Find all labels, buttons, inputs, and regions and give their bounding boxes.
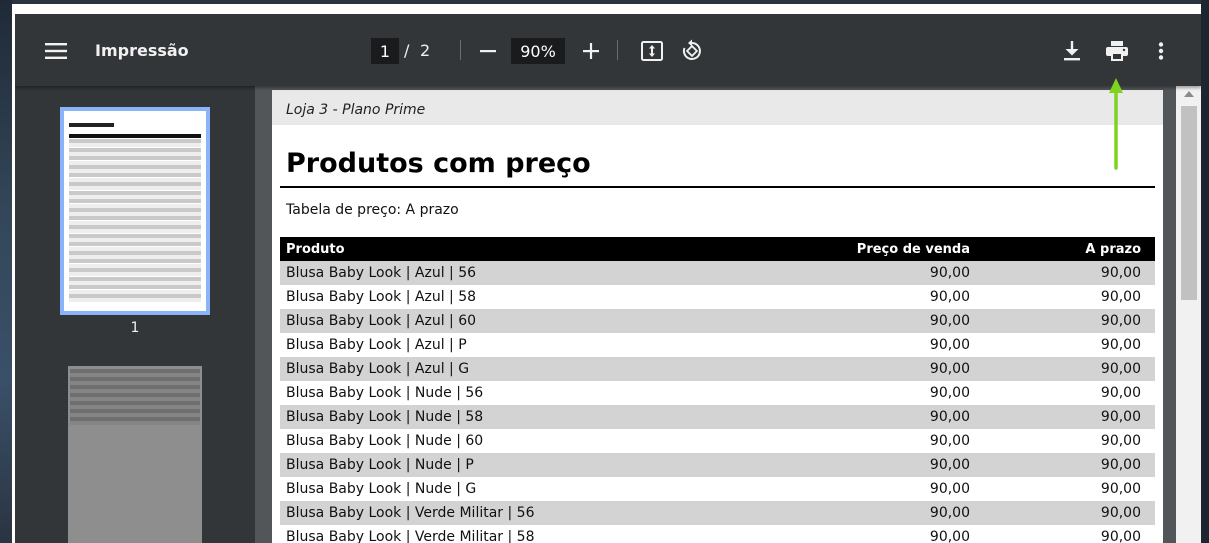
sale-price: 90,00 [929, 313, 970, 329]
sale-price: 90,00 [929, 409, 970, 425]
title-rule [280, 186, 1155, 188]
product-name: Blusa Baby Look | Azul | G [286, 361, 470, 377]
thumbnail-page-1[interactable] [60, 107, 210, 315]
sale-price: 90,00 [929, 481, 970, 497]
sale-price: 90,00 [929, 433, 970, 449]
col-header-product: Produto [286, 242, 345, 257]
report-title: Produtos com preço [286, 148, 591, 179]
product-name: Blusa Baby Look | Nude | P [286, 457, 474, 473]
credit-price: 90,00 [1100, 505, 1141, 521]
page-header: Loja 3 - Plano Prime [272, 90, 1163, 125]
sale-price: 90,00 [929, 361, 970, 377]
credit-price: 90,00 [1100, 289, 1141, 305]
download-icon[interactable] [1059, 38, 1085, 64]
sale-price: 90,00 [929, 337, 970, 353]
store-name: Loja 3 - Plano Prime [286, 102, 426, 118]
document-area: Loja 3 - Plano Prime Produtos com preço … [255, 86, 1201, 543]
toolbar-divider [617, 40, 618, 60]
credit-price: 90,00 [1100, 457, 1141, 473]
product-name: Blusa Baby Look | Verde Militar | 58 [286, 529, 535, 543]
table-header: Produto Preço de venda A prazo [280, 237, 1155, 261]
table-row: Blusa Baby Look | Azul | G 90,00 90,00 [280, 357, 1155, 381]
product-name: Blusa Baby Look | Azul | 58 [286, 289, 477, 305]
product-name: Blusa Baby Look | Azul | 56 [286, 265, 477, 281]
thumbnail-page-1-label: 1 [130, 320, 140, 336]
credit-price: 90,00 [1100, 385, 1141, 401]
thumbnail-page-1-preview [64, 111, 206, 311]
more-vert-icon[interactable] [1149, 38, 1173, 64]
products-table: Produto Preço de venda A prazo Blusa Bab… [280, 237, 1155, 543]
sale-price: 90,00 [929, 529, 970, 543]
thumbnail-title-bar [69, 123, 114, 127]
thumbnail-page-2[interactable] [68, 366, 202, 543]
table-row: Blusa Baby Look | Azul | 56 90,00 90,00 [280, 261, 1155, 285]
col-header-sale-price: Preço de venda [856, 242, 970, 257]
thumbnail-sidebar: 1 [15, 86, 255, 543]
document-page: Loja 3 - Plano Prime Produtos com preço … [272, 90, 1163, 543]
minus-icon[interactable] [475, 38, 501, 64]
thumbnail-table-header [69, 134, 201, 138]
table-row: Blusa Baby Look | Verde Militar | 58 90,0… [280, 525, 1155, 543]
table-row: Blusa Baby Look | Nude | P 90,00 90,00 [280, 453, 1155, 477]
page-number-input[interactable]: 1 [371, 38, 399, 64]
credit-price: 90,00 [1100, 529, 1141, 543]
print-icon[interactable] [1103, 38, 1131, 64]
product-name: Blusa Baby Look | Verde Militar | 56 [286, 505, 535, 521]
plus-icon[interactable] [578, 38, 604, 64]
table-row: Blusa Baby Look | Nude | 56 90,00 90,00 [280, 381, 1155, 405]
page-total: 2 [420, 41, 431, 60]
credit-price: 90,00 [1100, 433, 1141, 449]
zoom-input[interactable]: 90% [511, 38, 565, 64]
table-row: Blusa Baby Look | Azul | P 90,00 90,00 [280, 333, 1155, 357]
credit-price: 90,00 [1100, 361, 1141, 377]
thumbnail-line [69, 298, 201, 303]
product-name: Blusa Baby Look | Nude | G [286, 481, 477, 497]
sale-price: 90,00 [929, 457, 970, 473]
product-name: Blusa Baby Look | Nude | 60 [286, 433, 484, 449]
sale-price: 90,00 [929, 265, 970, 281]
sale-price: 90,00 [929, 289, 970, 305]
credit-price: 90,00 [1100, 265, 1141, 281]
toolbar-divider [460, 40, 461, 60]
table-row: Blusa Baby Look | Nude | G 90,00 90,00 [280, 477, 1155, 501]
sale-price: 90,00 [929, 385, 970, 401]
product-name: Blusa Baby Look | Azul | 60 [286, 313, 477, 329]
fit-page-icon[interactable] [639, 38, 665, 64]
credit-price: 90,00 [1100, 409, 1141, 425]
table-row: Blusa Baby Look | Nude | 60 90,00 90,00 [280, 429, 1155, 453]
viewer-toolbar: Impressão 1 / 2 90% [15, 14, 1201, 86]
table-row: Blusa Baby Look | Nude | 58 90,00 90,00 [280, 405, 1155, 429]
rotate-icon[interactable] [679, 37, 705, 65]
table-row: Blusa Baby Look | Verde Militar | 56 90,0… [280, 501, 1155, 525]
vertical-scrollbar[interactable] [1176, 86, 1201, 543]
table-row: Blusa Baby Look | Azul | 60 90,00 90,00 [280, 309, 1155, 333]
pdf-viewer: Impressão 1 / 2 90% 1 Loja 3 - Plano Pri… [15, 14, 1201, 543]
sale-price: 90,00 [929, 505, 970, 521]
credit-price: 90,00 [1100, 337, 1141, 353]
col-header-credit-price: A prazo [1085, 242, 1141, 257]
product-name: Blusa Baby Look | Nude | 58 [286, 409, 484, 425]
thumbnail-line [70, 421, 200, 425]
page-separator: / [404, 41, 410, 60]
desktop-edge-right [1201, 0, 1209, 543]
price-table-label: Tabela de preço: A prazo [286, 202, 459, 218]
annotation-arrow-icon [1109, 78, 1123, 170]
document-title: Impressão [95, 41, 189, 60]
credit-price: 90,00 [1100, 313, 1141, 329]
menu-icon[interactable] [41, 38, 71, 64]
table-row: Blusa Baby Look | Azul | 58 90,00 90,00 [280, 285, 1155, 309]
scroll-up-arrow-icon[interactable] [1184, 91, 1194, 97]
scrollbar-thumb[interactable] [1181, 106, 1197, 300]
product-name: Blusa Baby Look | Nude | 56 [286, 385, 484, 401]
credit-price: 90,00 [1100, 481, 1141, 497]
product-name: Blusa Baby Look | Azul | P [286, 337, 467, 353]
desktop-background [0, 0, 12, 543]
